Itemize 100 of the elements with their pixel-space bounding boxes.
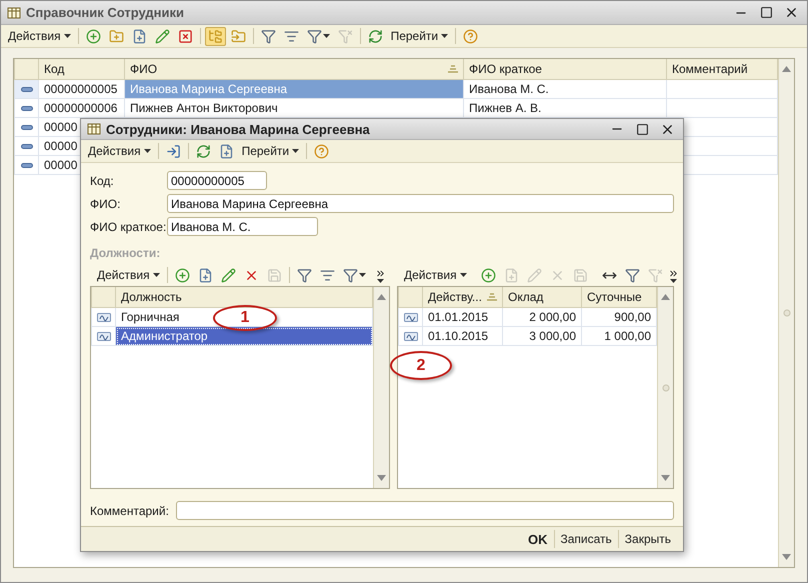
- table-cell[interactable]: 2 000,00: [502, 308, 582, 326]
- row-marker-icon: [20, 125, 32, 130]
- caret-icon: [322, 34, 330, 38]
- help-icon: [463, 28, 478, 44]
- column-header[interactable]: Суточные: [582, 287, 656, 308]
- filter-icon: [306, 28, 322, 44]
- row-marker-icon: [404, 332, 418, 342]
- help-icon: [314, 144, 330, 158]
- more-button[interactable]: [668, 268, 679, 282]
- section-label: Должности:: [90, 246, 162, 260]
- toolbar-menu[interactable]: Действия: [94, 266, 163, 284]
- filter-list-icon: [320, 268, 335, 282]
- table-cell[interactable]: 00000000005: [38, 80, 124, 98]
- scroll-down-icon[interactable]: [661, 475, 670, 481]
- add-icon: [86, 28, 101, 44]
- input-field[interactable]: [176, 501, 674, 520]
- filter-list-icon: [284, 28, 299, 44]
- table-cell[interactable]: 3 000,00: [502, 326, 582, 346]
- chevrons-icon: [668, 268, 679, 278]
- scroll-thumb[interactable]: [782, 309, 790, 317]
- caret-icon: [292, 149, 300, 153]
- row-marker-icon: [96, 313, 110, 322]
- column-header[interactable]: Оклад: [502, 287, 582, 308]
- refresh-icon: [368, 28, 383, 44]
- callout-number: 2: [390, 351, 452, 380]
- save-icon: [266, 268, 282, 282]
- scroll-down-icon[interactable]: [377, 475, 386, 481]
- toolbar-menu[interactable]: Действия: [85, 142, 154, 160]
- filter-icon: [624, 268, 640, 282]
- input-field[interactable]: Иванова Марина Сергеевна: [167, 194, 674, 213]
- file-plus-icon: [504, 268, 519, 282]
- caret-icon: [377, 278, 384, 282]
- delete-icon: [178, 28, 193, 44]
- toolbar-menu[interactable]: Действия: [5, 27, 74, 45]
- pencil-icon: [154, 28, 170, 44]
- row-marker-icon: [20, 144, 32, 150]
- table-cell[interactable]: 900,00: [582, 308, 656, 326]
- scrollbar[interactable]: [373, 287, 389, 488]
- field-label: Комментарий:: [90, 504, 170, 518]
- table-icon: [7, 6, 21, 18]
- pencil-icon: [526, 268, 542, 282]
- field-label: ФИО:: [90, 196, 122, 210]
- toolbar-menu[interactable]: Перейти: [388, 27, 452, 45]
- table-cell[interactable]: Администратор: [116, 326, 372, 346]
- column-header[interactable]: Комментарий: [666, 59, 778, 80]
- column-header[interactable]: Код: [38, 59, 124, 80]
- caret-icon: [670, 278, 677, 282]
- footer-button[interactable]: OK: [522, 530, 554, 548]
- folder-tree-icon: [208, 28, 223, 44]
- row-marker-icon: [20, 163, 32, 168]
- pencil-icon: [220, 268, 236, 282]
- input-field[interactable]: 00000000005: [167, 171, 267, 190]
- folder-plus-icon: [108, 28, 124, 44]
- filter-icon: [342, 268, 358, 282]
- table-icon: [87, 123, 101, 135]
- column-header[interactable]: Должность: [116, 287, 372, 308]
- toolbar-menu[interactable]: Действия: [401, 266, 470, 284]
- scroll-up-icon[interactable]: [661, 294, 670, 300]
- callout-number: 1: [213, 305, 277, 331]
- add-icon: [480, 268, 496, 282]
- chevrons-icon: [375, 268, 386, 278]
- toolbar-menu[interactable]: Перейти: [238, 142, 302, 160]
- more-button[interactable]: [375, 268, 386, 282]
- table-cell[interactable]: 01.01.2015: [422, 308, 502, 326]
- caret-icon: [460, 273, 467, 277]
- folder-arrow-icon: [230, 28, 246, 44]
- row-marker-icon: [20, 106, 32, 112]
- row-marker-icon: [96, 332, 110, 342]
- input-field[interactable]: Иванова М. С.: [167, 217, 318, 236]
- filter-icon: [260, 28, 276, 44]
- footer-button[interactable]: Закрыть: [618, 530, 677, 548]
- table-cell[interactable]: 01.10.2015: [422, 326, 502, 346]
- caret-icon: [64, 34, 71, 38]
- scrollbar[interactable]: [657, 287, 673, 488]
- scroll-thumb[interactable]: [662, 384, 670, 392]
- caret-icon: [441, 34, 448, 38]
- file-plus-icon: [198, 268, 213, 282]
- row-marker-icon: [20, 87, 32, 92]
- column-header[interactable]: Действу...: [422, 287, 502, 308]
- scroll-up-icon[interactable]: [782, 66, 791, 72]
- column-header[interactable]: ФИО: [124, 59, 464, 80]
- field-label: Код:: [90, 174, 115, 188]
- scrollbar[interactable]: [778, 59, 794, 567]
- login-arrow-icon: [166, 144, 181, 158]
- column-header[interactable]: ФИО краткое: [464, 59, 666, 80]
- scroll-up-icon[interactable]: [377, 294, 386, 300]
- field-label: ФИО краткое:: [90, 220, 167, 234]
- window-title: Справочник Сотрудники: [26, 5, 185, 20]
- filter-clear-icon: [338, 28, 353, 44]
- table-cell[interactable]: Иванова М. С.: [464, 80, 666, 98]
- footer-button[interactable]: Записать: [554, 530, 618, 548]
- refresh-icon: [196, 144, 211, 158]
- caret-icon: [152, 273, 160, 277]
- sort-icon: [448, 65, 458, 73]
- file-plus-icon: [132, 28, 147, 44]
- table-cell[interactable]: 1 000,00: [582, 326, 656, 346]
- scroll-down-icon[interactable]: [782, 554, 791, 560]
- caret-icon: [144, 149, 151, 153]
- row-marker-icon: [404, 313, 418, 322]
- add-icon: [174, 268, 190, 282]
